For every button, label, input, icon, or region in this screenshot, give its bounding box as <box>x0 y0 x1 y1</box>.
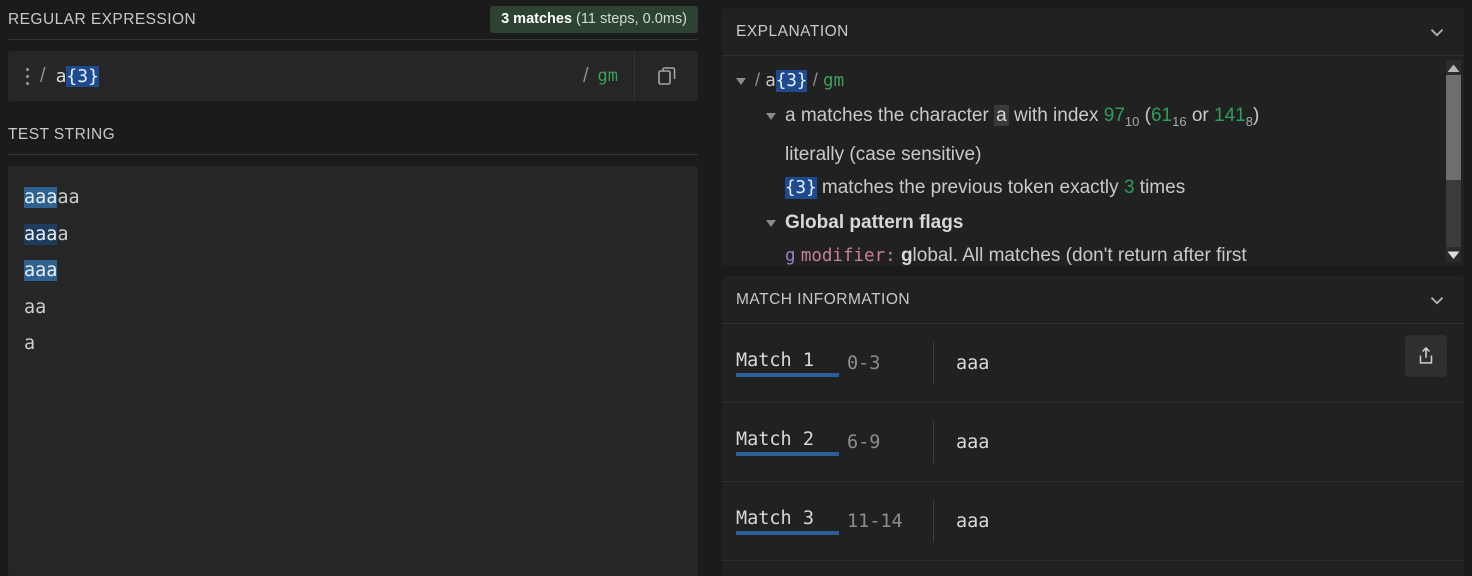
match-count-badge: 3 matches (11 steps, 0.0ms) <box>490 6 698 33</box>
scrollbar-track[interactable] <box>1446 75 1461 247</box>
explanation-row-pattern: / a{3} / gm <box>734 64 1434 99</box>
test-line: a <box>24 333 36 354</box>
explanation-row-literally: literally (case sensitive) <box>734 138 1434 172</box>
exp-slash-open: / <box>755 70 761 90</box>
match-label: Match 2 <box>736 429 841 456</box>
explanation-title: EXPLANATION <box>736 22 849 40</box>
match-label: Match 3 <box>736 508 841 535</box>
explanation-panel: EXPLANATION / a{3} / gm a matches the ch… <box>722 8 1464 266</box>
exp-index-hex: 61 <box>1150 104 1173 126</box>
exp-g-modifier-label: modifier: <box>800 246 896 266</box>
test-string-input[interactable]: aaaaa aaaa aaa aa a <box>8 166 698 576</box>
exp-flags: gm <box>823 71 845 91</box>
exp-index-decimal: 97 <box>1103 104 1125 126</box>
exp-g-description: lobal. All matches (don't return after f… <box>912 245 1247 266</box>
regex-pattern-input[interactable]: a{3} <box>46 65 569 87</box>
test-line: aaaaa <box>24 187 80 208</box>
match-range: 11-14 <box>847 510 903 532</box>
test-line: aa <box>24 296 47 318</box>
explanation-header[interactable]: EXPLANATION <box>722 8 1464 56</box>
exp-global-flags-title: Global pattern flags <box>785 211 964 233</box>
regex-pattern-plain: a <box>55 65 67 87</box>
test-string-label: TEST STRING <box>8 125 116 143</box>
match-highlight: aaa <box>24 223 58 245</box>
match-highlight: aaa <box>24 260 58 281</box>
exp-quantifier-token: {3} <box>785 177 817 200</box>
match-value: aaa <box>956 352 990 374</box>
table-row[interactable]: Match 1 0-3 aaa <box>722 324 1464 403</box>
match-value: aaa <box>956 510 990 532</box>
exp-slash-close: / <box>812 70 818 90</box>
regex-section-label: REGULAR EXPRESSION <box>8 10 197 28</box>
copy-icon <box>657 67 675 85</box>
test-line: aaa <box>24 253 682 290</box>
chevron-down-icon[interactable] <box>1426 289 1448 311</box>
table-row[interactable]: Match 2 6-9 aaa <box>722 403 1464 482</box>
match-range: 6-9 <box>847 431 881 453</box>
exp-index-hex-sub: 16 <box>1172 113 1187 129</box>
exp-literally-text: literally (case sensitive) <box>785 143 982 165</box>
exp-quantifier-text-2: times <box>1139 177 1186 199</box>
explanation-row-global-flags: Global pattern flags <box>734 206 1434 240</box>
triangle-down-icon[interactable] <box>766 111 776 121</box>
exp-index-octal-sub: 8 <box>1245 113 1253 129</box>
regex-flags-area[interactable]: / gm <box>583 51 634 101</box>
right-column: EXPLANATION / a{3} / gm a matches the ch… <box>706 0 1472 576</box>
scroll-down-arrow-icon[interactable] <box>1446 247 1461 262</box>
exp-char-chip: a <box>994 104 1009 126</box>
exp-quantifier-text-1: matches the previous token exactly <box>821 177 1119 199</box>
match-count-text: 3 matches <box>501 11 573 27</box>
regex-pattern-selected: {3} <box>66 65 99 87</box>
regex-section-header: REGULAR EXPRESSION 3 matches (11 steps, … <box>8 0 698 40</box>
share-icon <box>1419 346 1433 364</box>
copy-regex-button[interactable] <box>634 51 698 101</box>
match-information-header[interactable]: MATCH INFORMATION <box>722 276 1464 324</box>
explanation-body: / a{3} / gm a matches the character a wi… <box>722 56 1464 266</box>
match-highlight: aaa <box>24 187 58 208</box>
scrollbar-thumb[interactable] <box>1446 75 1461 180</box>
regex-close-delimiter: / <box>582 64 589 87</box>
explanation-scrollbar[interactable] <box>1446 60 1461 262</box>
scroll-up-arrow-icon[interactable] <box>1446 60 1461 75</box>
exp-index-octal: 141 <box>1214 104 1246 126</box>
exp-paren-close: ) <box>1252 104 1260 126</box>
match-list: Match 1 0-3 aaa Match 2 6-9 aaa Match 3 … <box>722 324 1464 576</box>
exp-token-selected: {3} <box>775 70 808 92</box>
left-column: REGULAR EXPRESSION 3 matches (11 steps, … <box>0 0 706 576</box>
match-information-title: MATCH INFORMATION <box>736 290 911 308</box>
exp-or-word: or <box>1191 104 1209 126</box>
exp-index-decimal-sub: 10 <box>1124 113 1140 129</box>
triangle-down-icon[interactable] <box>736 76 746 86</box>
match-stats-text: (11 steps, 0.0ms) <box>576 11 687 27</box>
chevron-down-icon[interactable] <box>1426 21 1448 43</box>
exp-char-text-2: with index <box>1013 104 1099 126</box>
exp-token-plain: a <box>765 71 776 91</box>
explanation-row-char: a matches the character a with index 971… <box>734 99 1434 138</box>
explanation-content: / a{3} / gm a matches the character a wi… <box>722 64 1464 266</box>
test-string-section-header: TEST STRING <box>8 115 698 155</box>
test-line: aaaa <box>24 223 69 245</box>
table-row[interactable]: Match 3 11-14 aaa <box>722 482 1464 561</box>
match-label: Match 1 <box>736 350 841 377</box>
regex-tester-app: REGULAR EXPRESSION 3 matches (11 steps, … <box>0 0 1472 576</box>
regex-input-area[interactable]: / a{3} <box>8 51 583 101</box>
match-range: 0-3 <box>847 352 881 374</box>
regex-input-bar[interactable]: / a{3} / gm <box>8 51 698 101</box>
regex-flags-value[interactable]: gm <box>598 66 618 86</box>
kebab-menu-icon[interactable] <box>26 67 30 85</box>
exp-g-bold: g <box>900 245 913 266</box>
match-value: aaa <box>956 431 990 453</box>
explanation-row-quantifier: {3} matches the previous token exactly 3… <box>734 171 1434 206</box>
export-matches-button[interactable] <box>1405 335 1447 377</box>
triangle-down-icon[interactable] <box>766 218 776 228</box>
exp-g-flag: g <box>785 246 796 266</box>
exp-char-text-1: a matches the character <box>785 104 989 126</box>
explanation-row-g-modifier: g modifier: global. All matches (don't r… <box>734 239 1434 266</box>
match-information-panel: MATCH INFORMATION Match 1 0-3 aaa Match … <box>722 276 1464 576</box>
exp-quantifier-count: 3 <box>1123 177 1135 199</box>
